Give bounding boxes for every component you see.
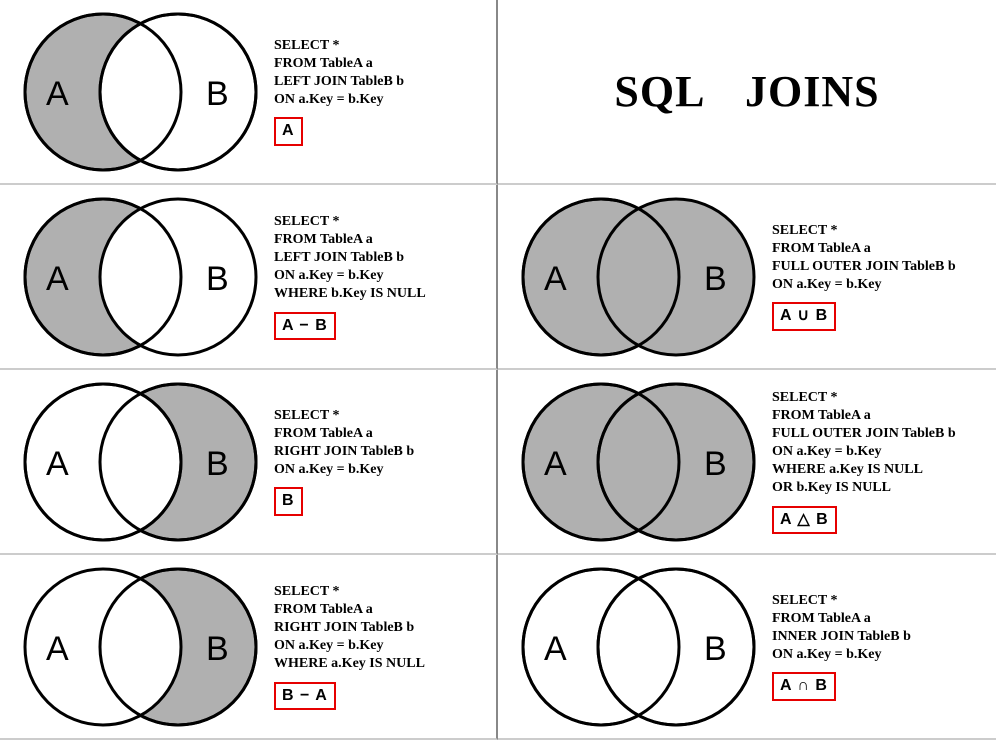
sql-line: ON a.Key = b.Key bbox=[274, 637, 496, 655]
label-a: A bbox=[46, 445, 69, 484]
label-b: B bbox=[704, 260, 727, 299]
sql-line: ON a.Key = b.Key bbox=[274, 461, 496, 479]
label-b: B bbox=[704, 630, 727, 669]
sql-line: SELECT * bbox=[772, 389, 996, 407]
sql-line: SELECT * bbox=[274, 213, 496, 231]
badge-full-excl: A △ B bbox=[772, 506, 837, 535]
label-a: A bbox=[544, 260, 567, 299]
label-a: A bbox=[46, 260, 69, 299]
badge-right-join: B bbox=[274, 487, 303, 516]
venn-right-excl: A B bbox=[8, 562, 268, 732]
sql-right-join: SELECT * FROM TableA a RIGHT JOIN TableB… bbox=[268, 407, 496, 517]
label-b: B bbox=[206, 445, 229, 484]
cell-title: SQL JOINS bbox=[498, 0, 996, 185]
sql-line: ON a.Key = b.Key bbox=[772, 646, 996, 664]
label-a: A bbox=[46, 630, 69, 669]
venn-inner-join: A B bbox=[506, 562, 766, 732]
sql-line: FULL OUTER JOIN TableB b bbox=[772, 425, 996, 443]
sql-line: RIGHT JOIN TableB b bbox=[274, 443, 496, 461]
sql-line: FROM TableA a bbox=[772, 610, 996, 628]
venn-full-outer: A B bbox=[506, 192, 766, 362]
label-b: B bbox=[206, 75, 229, 114]
sql-line: FROM TableA a bbox=[274, 55, 496, 73]
sql-inner-join: SELECT * FROM TableA a INNER JOIN TableB… bbox=[766, 592, 996, 702]
sql-line: RIGHT JOIN TableB b bbox=[274, 619, 496, 637]
badge-inner-join: A ∩ B bbox=[772, 672, 836, 701]
sql-line: SELECT * bbox=[274, 37, 496, 55]
label-a: A bbox=[46, 75, 69, 114]
sql-line: SELECT * bbox=[274, 583, 496, 601]
cell-left-excl: A B SELECT * FROM TableA a LEFT JOIN Tab… bbox=[0, 185, 498, 370]
sql-line: FULL OUTER JOIN TableB b bbox=[772, 258, 996, 276]
cell-inner-join: A B SELECT * FROM TableA a INNER JOIN Ta… bbox=[498, 555, 996, 740]
sql-line: LEFT JOIN TableB b bbox=[274, 73, 496, 91]
cell-full-excl: A B SELECT * FROM TableA a FULL OUTER JO… bbox=[498, 370, 996, 555]
label-b: B bbox=[704, 445, 727, 484]
sql-line: ON a.Key = b.Key bbox=[772, 276, 996, 294]
sql-line: WHERE a.Key IS NULL bbox=[772, 461, 996, 479]
sql-line: WHERE b.Key IS NULL bbox=[274, 285, 496, 303]
venn-left-excl: A B bbox=[8, 192, 268, 362]
sql-line: ON a.Key = b.Key bbox=[274, 91, 496, 109]
badge-right-excl: B − A bbox=[274, 682, 336, 711]
cell-right-join: A B SELECT * FROM TableA a RIGHT JOIN Ta… bbox=[0, 370, 498, 555]
sql-line: LEFT JOIN TableB b bbox=[274, 249, 496, 267]
label-b: B bbox=[206, 630, 229, 669]
venn-full-excl: A B bbox=[506, 377, 766, 547]
sql-left-excl: SELECT * FROM TableA a LEFT JOIN TableB … bbox=[268, 213, 496, 341]
label-a: A bbox=[544, 445, 567, 484]
sql-line: WHERE a.Key IS NULL bbox=[274, 655, 496, 673]
sql-full-excl: SELECT * FROM TableA a FULL OUTER JOIN T… bbox=[766, 389, 996, 535]
sql-line: OR b.Key IS NULL bbox=[772, 479, 996, 497]
sql-line: ON a.Key = b.Key bbox=[274, 267, 496, 285]
label-a: A bbox=[544, 630, 567, 669]
sql-line: INNER JOIN TableB b bbox=[772, 628, 996, 646]
cell-left-join: A B SELECT * FROM TableA a LEFT JOIN Tab… bbox=[0, 0, 498, 185]
page-title: SQL JOINS bbox=[614, 66, 879, 117]
sql-full-outer: SELECT * FROM TableA a FULL OUTER JOIN T… bbox=[766, 222, 996, 332]
sql-line: FROM TableA a bbox=[274, 231, 496, 249]
sql-line: SELECT * bbox=[772, 222, 996, 240]
sql-line: SELECT * bbox=[772, 592, 996, 610]
sql-line: FROM TableA a bbox=[274, 601, 496, 619]
sql-line: ON a.Key = b.Key bbox=[772, 443, 996, 461]
cell-right-excl: A B SELECT * FROM TableA a RIGHT JOIN Ta… bbox=[0, 555, 498, 740]
venn-left-join: A B bbox=[8, 7, 268, 177]
label-b: B bbox=[206, 260, 229, 299]
sql-line: FROM TableA a bbox=[274, 425, 496, 443]
badge-left-excl: A − B bbox=[274, 312, 336, 341]
sql-line: FROM TableA a bbox=[772, 407, 996, 425]
venn-right-join: A B bbox=[8, 377, 268, 547]
sql-line: SELECT * bbox=[274, 407, 496, 425]
sql-right-excl: SELECT * FROM TableA a RIGHT JOIN TableB… bbox=[268, 583, 496, 711]
cell-full-outer: A B SELECT * FROM TableA a FULL OUTER JO… bbox=[498, 185, 996, 370]
sql-line: FROM TableA a bbox=[772, 240, 996, 258]
badge-full-outer: A ∪ B bbox=[772, 302, 836, 331]
badge-left-join: A bbox=[274, 117, 303, 146]
sql-left-join: SELECT * FROM TableA a LEFT JOIN TableB … bbox=[268, 37, 496, 147]
